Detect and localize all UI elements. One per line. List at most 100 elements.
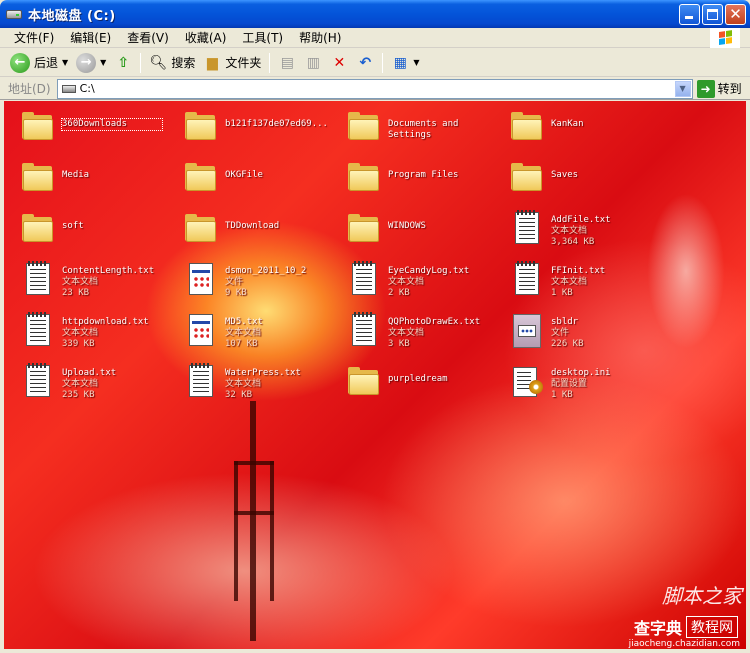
views-button[interactable]: ▦ ▼ [387,51,423,75]
file-item[interactable]: WaterPress.txt 文本文档 32 KB [173,363,333,408]
folder-item[interactable]: b121f137de07ed69... [173,109,333,153]
item-info: Program Files [388,170,488,181]
item-name: FFInit.txt [551,266,606,276]
item-name: Saves [551,170,579,180]
folder-item[interactable]: TDDownload [173,211,333,255]
text-file-icon [20,312,56,349]
item-info: dsmon_2011_10_2 文件 9 KB [225,266,325,299]
search-label: 搜索 [171,56,196,70]
item-info: httpdownload.txt 文本文档 339 KB [62,317,162,350]
folder-item[interactable]: Saves [499,160,659,204]
file-item[interactable]: dsmon_2011_10_2 文件 9 KB [173,262,333,306]
file-item[interactable]: Upload.txt 文本文档 235 KB [10,363,170,408]
folder-item[interactable]: KanKan [499,109,659,153]
file-item[interactable]: MD5.txt 文本文档 107 KB [173,313,333,357]
text-file-icon [509,210,545,247]
address-label: 地址(D) [8,82,51,96]
item-info: WaterPress.txt 文本文档 32 KB [225,368,325,401]
forward-dropdown-icon[interactable]: ▼ [100,58,106,67]
folders-icon: ▆ [206,54,218,71]
toolbar: ← 后退 ▼ → ▼ ⇧ 🔍︎ 搜索 ▆ 文件夹 ▤ ▥ ✕ ↶ ▦ ▼ [0,49,750,77]
folder-icon [346,211,382,247]
watermark-brand-b: 教程网 [686,616,738,638]
close-button[interactable]: ✕ [725,4,746,25]
item-info: Media [62,170,162,181]
watermark-brand: 查字典 教程网 [634,615,738,639]
folders-button[interactable]: ▆ 文件夹 [199,51,265,75]
address-path: C:\ [79,82,95,95]
minimize-button[interactable] [679,4,700,25]
item-name: WaterPress.txt [225,368,301,378]
menu-bar: 文件(F) 编辑(E) 查看(V) 收藏(A) 工具(T) 帮助(H) [0,28,750,48]
undo-button[interactable]: ↶ [352,51,378,75]
item-info: Saves [551,170,651,181]
folder-item[interactable]: Documents and Settings [336,109,496,153]
folder-item[interactable]: 360Downloads [10,109,170,153]
file-item[interactable]: QQPhotoDrawEx.txt 文本文档 3 KB [336,312,496,357]
folder-icon [20,160,56,196]
delete-button[interactable]: ✕ [326,51,352,75]
item-info: WINDOWS [388,221,488,232]
address-input[interactable]: C:\ ▼ [56,78,693,99]
item-size: 3,364 KB [551,237,595,247]
drive-icon [61,84,76,93]
item-name: Program Files [388,170,459,180]
folder-item[interactable]: Media [10,160,170,204]
folder-item[interactable]: WINDOWS [336,211,496,255]
watermark-brand-a: 查字典 [633,619,682,638]
settings-file-icon [509,364,545,400]
menu-view[interactable]: 查看(V) [119,29,177,46]
up-button[interactable]: ⇧ [110,51,136,75]
windows-logo-icon [710,28,740,48]
menu-tools[interactable]: 工具(T) [234,29,291,46]
file-item[interactable]: sbldr 文件 226 KB [499,313,659,357]
item-kind: 文本文档 [62,328,99,338]
back-dropdown-icon[interactable]: ▼ [62,58,68,67]
menu-edit[interactable]: 编辑(E) [62,29,119,46]
item-kind: 文件 [551,328,570,338]
file-item[interactable]: httpdownload.txt 文本文档 339 KB [10,312,170,357]
views-dropdown-icon: ▼ [413,58,420,67]
application-file-icon [183,262,219,298]
item-size: 3 KB [388,339,410,349]
back-button[interactable]: ← 后退 ▼ [6,51,72,75]
file-item[interactable]: EyeCandyLog.txt 文本文档 2 KB [336,261,496,306]
file-item[interactable]: AddFile.txt 文本文档 3,364 KB [499,210,659,255]
go-button[interactable]: ➜ 转到 [696,79,742,98]
item-name: KanKan [551,119,584,129]
address-dropdown-icon[interactable]: ▼ [674,80,691,97]
item-info: QQPhotoDrawEx.txt 文本文档 3 KB [388,317,488,350]
copy-to-icon: ▥ [306,54,320,71]
menu-file[interactable]: 文件(F) [6,29,62,46]
item-info: soft [62,221,162,232]
watermark-url: jiaocheng.chazidian.com [628,639,740,649]
file-item[interactable]: FFInit.txt 文本文档 1 KB [499,261,659,306]
folder-item[interactable]: soft [10,211,170,255]
file-view[interactable]: 360Downloads b121f137de07ed69... Documents… [4,101,746,649]
forward-button[interactable]: → ▼ [72,51,110,75]
text-file-icon [183,363,219,400]
item-name: EyeCandyLog.txt [388,266,470,276]
folder-icon [346,160,382,196]
item-kind: 文本文档 [62,379,99,389]
folder-item[interactable]: purpledream [336,364,496,408]
file-item[interactable]: ContentLength.txt 文本文档 23 KB [10,261,170,306]
folder-icon [183,160,219,196]
item-size: 1 KB [551,288,573,298]
up-folder-icon: ⇧ [117,54,130,71]
copy-to-button[interactable]: ▥ [300,51,326,75]
menu-help[interactable]: 帮助(H) [291,29,349,46]
file-item[interactable]: desktop.ini 配置设置 1 KB [499,364,659,408]
folder-item[interactable]: OKGFile [173,160,333,204]
menu-favorites[interactable]: 收藏(A) [177,29,235,46]
undo-icon: ↶ [359,54,372,71]
search-button[interactable]: 🔍︎ 搜索 [145,51,199,75]
move-to-button[interactable]: ▤ [274,51,300,75]
item-size: 23 KB [62,288,90,298]
folder-item[interactable]: Program Files [336,160,496,204]
toolbar-separator [140,52,142,73]
maximize-button[interactable] [702,4,723,25]
folder-icon [183,109,219,145]
item-info: OKGFile [225,170,325,181]
item-info: desktop.ini 配置设置 1 KB [551,368,651,401]
